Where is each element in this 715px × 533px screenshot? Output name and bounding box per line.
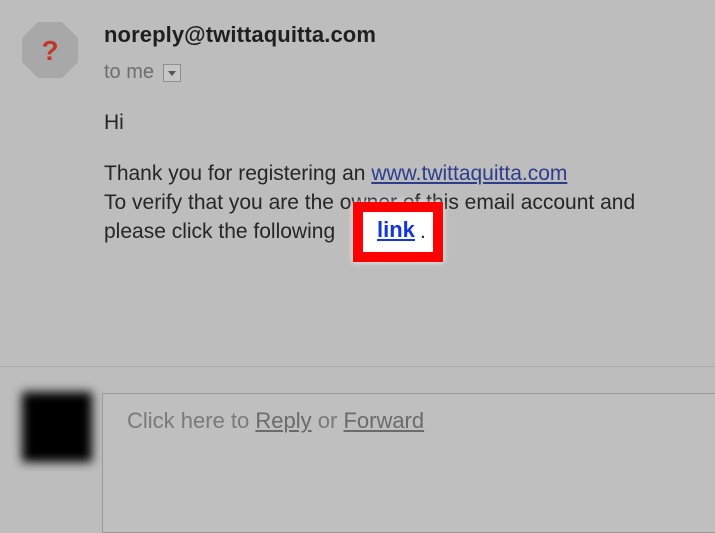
chevron-down-icon bbox=[168, 70, 177, 76]
question-mark-icon: ? bbox=[22, 22, 78, 78]
recipient-label: to me bbox=[104, 61, 155, 83]
user-avatar bbox=[22, 392, 92, 462]
verify-link[interactable]: link bbox=[377, 215, 415, 245]
reply-prompt-prefix: Click here to bbox=[127, 408, 256, 433]
divider bbox=[0, 366, 715, 367]
sentence-period: . bbox=[420, 220, 426, 243]
recipient-row: to me bbox=[104, 61, 182, 84]
reply-prompt: Click here to Reply or Forward bbox=[127, 408, 424, 434]
sender-address: noreply@twittaquitta.com bbox=[104, 22, 376, 47]
greeting: Hi bbox=[104, 111, 124, 134]
reply-link[interactable]: Reply bbox=[255, 408, 311, 433]
forward-link[interactable]: Forward bbox=[343, 408, 424, 433]
sender-avatar: ? bbox=[22, 22, 78, 78]
body-line-1-text: Thank you for registering an bbox=[104, 162, 372, 185]
svg-text:?: ? bbox=[41, 35, 58, 66]
website-link[interactable]: www.twittaquitta.com bbox=[371, 162, 567, 185]
body-line-1: Thank you for registering an www.twittaq… bbox=[104, 159, 567, 188]
reply-prompt-or: or bbox=[311, 408, 344, 433]
body-line-3: please click the following bbox=[104, 220, 336, 243]
details-dropdown-button[interactable] bbox=[163, 63, 182, 82]
